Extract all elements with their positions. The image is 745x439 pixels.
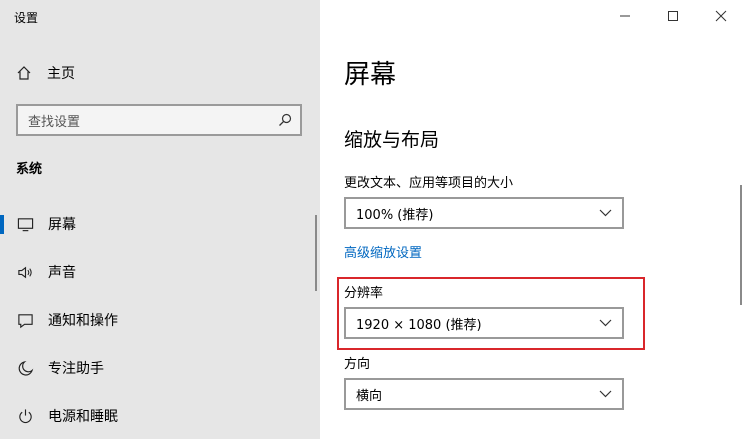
sidebar-scrollbar[interactable]	[315, 215, 317, 291]
main-scrollbar[interactable]	[740, 185, 742, 305]
section-label-system: 系统	[16, 162, 43, 177]
sidebar-item-focus-assist[interactable]: 专注助手	[0, 348, 320, 388]
notification-icon	[16, 311, 34, 329]
section-title: 缩放与布局	[344, 129, 440, 151]
sidebar-item-label: 电源和睡眠	[48, 409, 118, 425]
orientation-label: 方向	[344, 357, 371, 372]
monitor-icon	[16, 215, 34, 233]
main-content: 屏幕 缩放与布局 更改文本、应用等项目的大小 100% (推荐) 高级缩放设置 …	[344, 0, 734, 439]
orientation-dropdown[interactable]: 横向	[344, 378, 624, 410]
sidebar-item-power[interactable]: 电源和睡眠	[0, 396, 320, 436]
sidebar-item-label: 声音	[48, 265, 76, 281]
scale-value: 100% (推荐)	[356, 207, 434, 223]
sidebar-item-notifications[interactable]: 通知和操作	[0, 300, 320, 340]
sidebar-item-label: 屏幕	[48, 217, 76, 233]
sidebar-item-label: 专注助手	[48, 361, 104, 377]
resolution-highlight-box	[337, 277, 645, 350]
scale-dropdown[interactable]: 100% (推荐)	[344, 197, 624, 229]
home-icon	[17, 66, 31, 80]
advanced-scaling-link[interactable]: 高级缩放设置	[344, 242, 422, 261]
scale-label: 更改文本、应用等项目的大小	[344, 176, 514, 191]
sidebar: 设置 主页 查找设置 系统 屏幕 声音 通知和操作 专注助手 电源和睡眠	[0, 0, 320, 439]
sidebar-item-sound[interactable]: 声音	[0, 252, 320, 292]
page-title: 屏幕	[344, 60, 397, 90]
orientation-value: 横向	[356, 388, 383, 404]
power-icon	[16, 407, 34, 425]
app-title: 设置	[14, 11, 39, 25]
chevron-down-icon	[599, 209, 612, 217]
search-placeholder: 查找设置	[28, 114, 81, 130]
sidebar-home[interactable]: 主页	[16, 63, 75, 83]
search-input[interactable]: 查找设置	[16, 104, 302, 136]
speaker-icon	[16, 263, 34, 281]
search-icon	[279, 113, 292, 126]
chevron-down-icon	[599, 390, 612, 398]
home-label: 主页	[47, 66, 75, 82]
sidebar-item-display[interactable]: 屏幕	[0, 204, 320, 244]
sidebar-item-label: 通知和操作	[48, 313, 118, 329]
moon-icon	[16, 359, 34, 377]
